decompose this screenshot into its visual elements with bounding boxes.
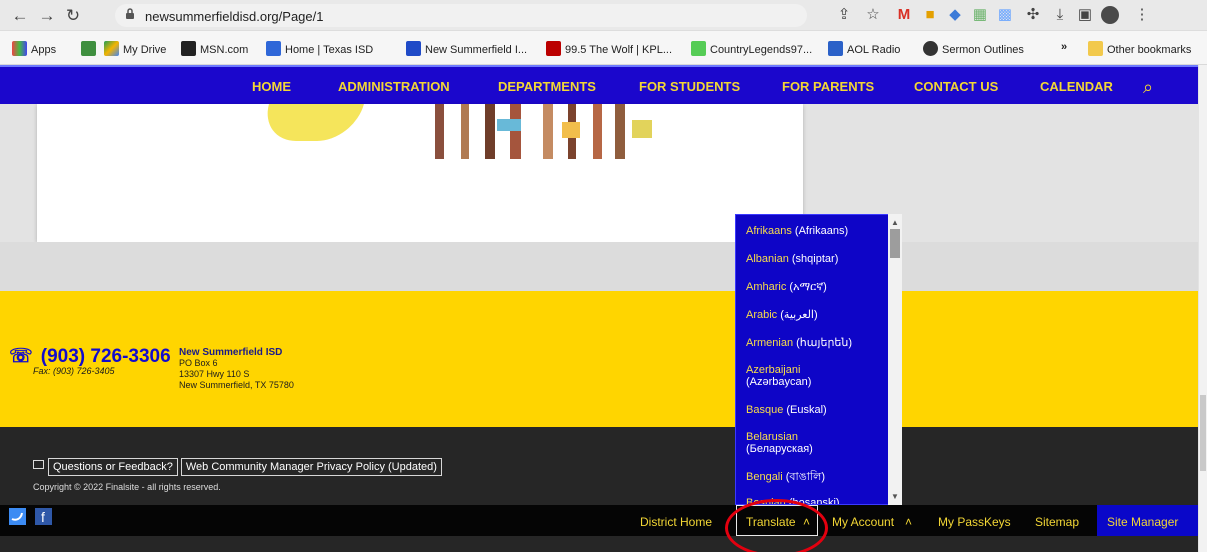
- district-name: New Summerfield ISD: [179, 347, 283, 358]
- copyright-text: Copyright © 2022 Finalsite - all rights …: [33, 482, 221, 492]
- nav-for-students[interactable]: FOR STUDENTS: [639, 79, 740, 94]
- gmail-icon[interactable]: M: [895, 6, 913, 24]
- bottom-toolbar: [0, 505, 1198, 536]
- raised-hands-image: [435, 104, 652, 159]
- site-manager-label[interactable]: Site Manager: [1107, 515, 1178, 529]
- language-belarusian[interactable]: Belarusian (Беларуская): [746, 431, 891, 455]
- translate-highlight-circle: [725, 499, 828, 552]
- other-bookmarks[interactable]: Other bookmarks: [1088, 41, 1191, 57]
- avatar[interactable]: [1101, 6, 1119, 24]
- apps-icon: [12, 41, 27, 56]
- city-address: New Summerfield, TX 75780: [179, 380, 294, 390]
- nav-for-parents[interactable]: FOR PARENTS: [782, 79, 874, 94]
- feedback-links: Questions or Feedback? Web Community Mana…: [48, 458, 445, 476]
- district-address: New Summerfield ISD PO Box 6 13307 Hwy 1…: [179, 347, 294, 391]
- msn-bookmark[interactable]: MSN.com: [181, 41, 248, 57]
- music-icon: [691, 41, 706, 56]
- facebook-icon[interactable]: f: [35, 508, 52, 525]
- language-azerbaijani[interactable]: Azerbaijani (Azərbaycan): [746, 364, 891, 388]
- tab-icon[interactable]: ▣: [1076, 6, 1094, 24]
- forward-icon[interactable]: →: [35, 4, 59, 28]
- twitter-icon[interactable]: [9, 508, 26, 525]
- translate-scrollbar[interactable]: ▲ ▼: [888, 214, 902, 505]
- share-icon[interactable]: ⇪: [835, 6, 853, 24]
- po-box: PO Box 6: [179, 358, 218, 368]
- nav-calendar[interactable]: CALENDAR: [1040, 79, 1113, 94]
- language-afrikaans[interactable]: Afrikaans (Afrikaans): [746, 225, 891, 237]
- country-bookmark[interactable]: CountryLegends97...: [691, 41, 812, 57]
- nav-departments[interactable]: DEPARTMENTS: [498, 79, 596, 94]
- scroll-up-icon[interactable]: ▲: [891, 218, 899, 227]
- msn-icon: [181, 41, 196, 56]
- my-account-link[interactable]: My Account: [832, 515, 894, 529]
- my-drive-bookmark[interactable]: My Drive: [104, 41, 166, 57]
- scroll-down-icon[interactable]: ▼: [891, 492, 899, 501]
- flag-icon: [266, 41, 281, 56]
- globe-icon: [923, 41, 938, 56]
- privacy-policy-link[interactable]: Web Community Manager Privacy Policy (Up…: [180, 458, 442, 476]
- radio-icon: [546, 41, 561, 56]
- gray-band: [0, 242, 1198, 291]
- sermon-bookmark[interactable]: Sermon Outlines: [923, 41, 1024, 57]
- language-basque[interactable]: Basque (Euskal): [746, 404, 891, 416]
- aol-bookmark[interactable]: AOL Radio: [828, 41, 900, 57]
- browser-toolbar: ← → ↻ newsummerfieldisd.org/Page/1 ⇪ ☆ M…: [0, 0, 1207, 31]
- my-passkeys-link[interactable]: My PassKeys: [938, 515, 1011, 529]
- nav-administration[interactable]: ADMINISTRATION: [338, 79, 450, 94]
- aol-icon: [828, 41, 843, 56]
- extension-2-icon[interactable]: ◆: [946, 6, 964, 24]
- nav-contact-us[interactable]: CONTACT US: [914, 79, 998, 94]
- extension-3-icon[interactable]: ▦: [971, 6, 989, 24]
- language-bengali[interactable]: Bengali (বাঙালি): [746, 471, 891, 483]
- language-amharic[interactable]: Amharic (አማርኛ): [746, 281, 891, 293]
- website: HOME ADMINISTRATION DEPARTMENTS FOR STUD…: [0, 65, 1207, 552]
- top-navigation: HOME ADMINISTRATION DEPARTMENTS FOR STUD…: [0, 65, 1198, 104]
- calendar-icon: [81, 41, 96, 56]
- fax-number: Fax: (903) 726-3405: [33, 366, 115, 376]
- svg-text:f: f: [41, 509, 45, 525]
- street-address: 13307 Hwy 110 S: [179, 369, 250, 379]
- translate-dropdown: Afrikaans (Afrikaans) Albanian (shqiptar…: [735, 214, 902, 505]
- lock-icon: [126, 8, 134, 19]
- sitemap-link[interactable]: Sitemap: [1035, 515, 1079, 529]
- apps-bookmark[interactable]: Apps: [12, 41, 56, 57]
- menu-icon[interactable]: ⋮: [1133, 6, 1151, 24]
- url-text[interactable]: newsummerfieldisd.org/Page/1: [145, 9, 323, 24]
- new-summerfield-bookmark[interactable]: New Summerfield I...: [406, 41, 527, 57]
- extension-4-icon[interactable]: ▩: [996, 6, 1014, 24]
- puzzle-icon[interactable]: ✣: [1024, 6, 1042, 24]
- page-scrollbar[interactable]: [1199, 65, 1207, 552]
- wolf-bookmark[interactable]: 99.5 The Wolf | KPL...: [546, 41, 672, 57]
- phone-number[interactable]: ☏ (903) 726-3306: [9, 345, 171, 368]
- search-icon[interactable]: ⌕: [1138, 77, 1158, 97]
- content-card: [37, 104, 803, 242]
- drive-icon: [104, 41, 119, 56]
- questions-feedback-link[interactable]: Questions or Feedback?: [48, 458, 178, 476]
- district-home-link[interactable]: District Home: [640, 515, 712, 529]
- extension-icon[interactable]: ■: [921, 6, 939, 24]
- school-icon: [406, 41, 421, 56]
- nav-home[interactable]: HOME: [252, 79, 291, 94]
- reload-icon[interactable]: ↻: [61, 4, 85, 28]
- page-scroll-thumb[interactable]: [1200, 395, 1206, 471]
- checkbox[interactable]: [33, 460, 44, 469]
- yellow-map-image: [259, 104, 364, 141]
- language-arabic[interactable]: Arabic (العربية): [746, 309, 891, 321]
- calendar-bookmark[interactable]: [81, 41, 100, 57]
- texas-isd-bookmark[interactable]: Home | Texas ISD: [266, 41, 373, 57]
- bookmarks-bar: Apps My Drive MSN.com Home | Texas ISD N…: [0, 31, 1207, 65]
- folder-icon: [1088, 41, 1103, 56]
- download-icon[interactable]: ⤓: [1051, 6, 1069, 24]
- scroll-thumb[interactable]: [890, 229, 900, 258]
- language-albanian[interactable]: Albanian (shqiptar): [746, 253, 891, 265]
- language-armenian[interactable]: Armenian (հայերեն): [746, 337, 891, 349]
- chevron-up-icon: ˄: [905, 515, 913, 529]
- back-icon[interactable]: ←: [8, 4, 32, 28]
- overflow-bookmark[interactable]: »: [1061, 41, 1067, 57]
- star-icon[interactable]: ☆: [864, 6, 882, 24]
- phone-icon: ☏: [9, 346, 33, 367]
